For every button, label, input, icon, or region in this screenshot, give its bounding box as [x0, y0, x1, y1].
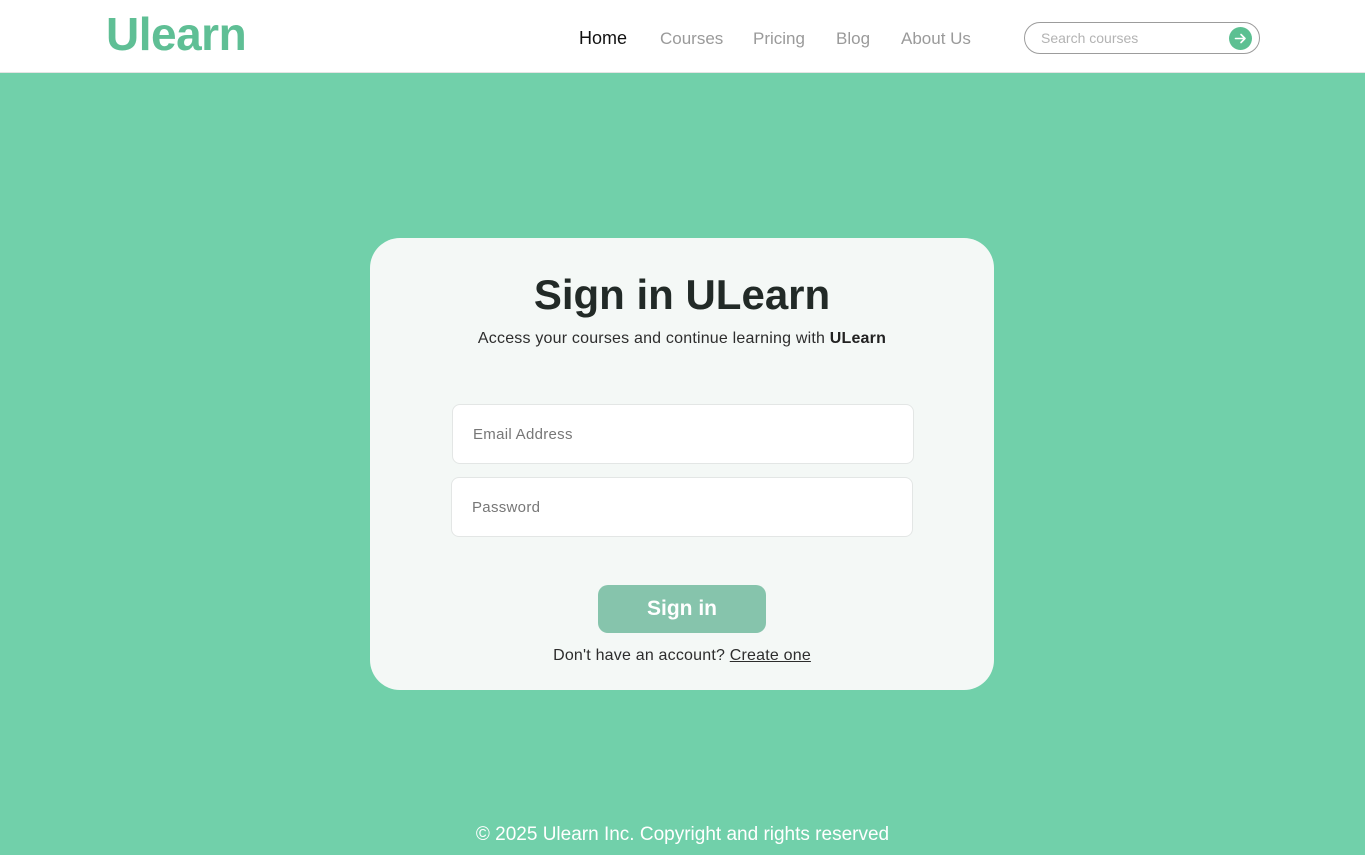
arrow-right-icon: [1234, 33, 1246, 44]
search-input[interactable]: [1041, 28, 1221, 48]
password-field: [451, 477, 913, 537]
nav-item-blog[interactable]: Blog: [836, 28, 870, 50]
create-account-link[interactable]: Create one: [730, 647, 811, 664]
nav-item-home[interactable]: Home: [579, 27, 627, 49]
top-header: Ulearn Home Courses Pricing Blog About U…: [0, 0, 1365, 73]
signin-card: Sign in ULearn Access your courses and c…: [370, 238, 994, 690]
signin-button[interactable]: Sign in: [598, 585, 766, 633]
email-input[interactable]: [473, 423, 893, 445]
subtitle-brand: ULearn: [829, 330, 887, 347]
email-field: [452, 404, 914, 464]
nav-item-courses[interactable]: Courses: [660, 28, 723, 50]
nav-item-about-us[interactable]: About Us: [901, 28, 971, 50]
search-box: [1024, 22, 1260, 54]
signin-title: Sign in ULearn: [533, 271, 831, 318]
search-submit-button[interactable]: [1229, 27, 1252, 50]
subtitle-text: Access your courses and continue learnin…: [477, 330, 830, 347]
password-input[interactable]: [472, 496, 892, 518]
brand-logo[interactable]: Ulearn: [106, 8, 247, 60]
no-account-text: Don't have an account?: [553, 647, 730, 664]
nav-item-pricing[interactable]: Pricing: [753, 28, 805, 50]
signin-subtitle: Access your courses and continue learnin…: [370, 330, 994, 348]
signup-prompt: Don't have an account? Create one: [370, 647, 994, 665]
footer-copyright: © 2025 Ulearn Inc. Copyright and rights …: [475, 824, 890, 845]
